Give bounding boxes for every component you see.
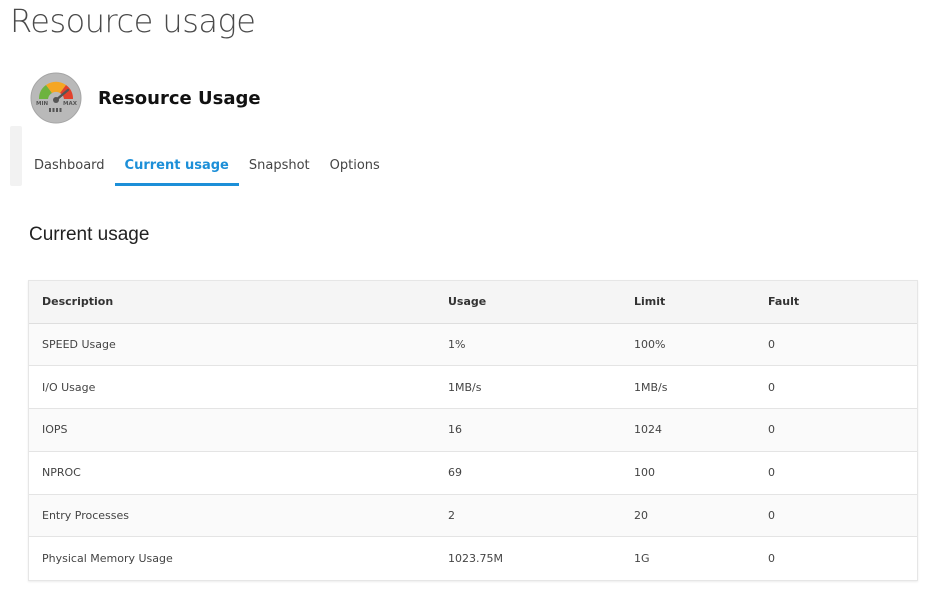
table-row: I/O Usage 1MB/s 1MB/s 0 [29,365,917,410]
cell-description: I/O Usage [29,365,435,410]
cell-limit: 20 [621,494,755,538]
column-header-usage[interactable]: Usage [435,281,621,324]
cell-fault: 0 [755,451,917,495]
cell-usage: 1MB/s [435,365,621,410]
column-header-limit[interactable]: Limit [621,281,755,324]
tab-options[interactable]: Options [320,148,390,186]
cell-description: NPROC [29,451,435,495]
tab-snapshot[interactable]: Snapshot [239,148,320,186]
gauge-max-label: MAX [63,101,78,107]
cell-usage: 1023.75M [448,552,503,566]
page-title: Resource usage [10,2,256,40]
cell-fault: 0 [755,365,917,410]
tab-dashboard[interactable]: Dashboard [24,148,115,186]
sidebar-edge [10,126,22,186]
cell-limit: 1024 [621,408,755,452]
cell-description: SPEED Usage [29,323,435,367]
table-row: Entry Processes 2 20 0 [29,494,917,538]
table-row: SPEED Usage 1% 100% 0 [29,323,917,367]
cell-description: Physical Memory Usage [42,552,173,566]
cell-limit: 1MB/s [621,365,755,410]
column-header-description[interactable]: Description [29,281,435,324]
cell-fault: 0 [755,408,917,452]
app-name: Resource Usage [98,87,261,109]
usage-table: Description Usage Limit Fault SPEED Usag… [29,281,917,580]
cell-limit: 100 [621,451,755,495]
table-header-row: Description Usage Limit Fault [29,281,917,324]
table-row: IOPS 16 1024 0 [29,408,917,452]
tab-current-usage[interactable]: Current usage [114,148,239,186]
cell-usage: 1% [435,323,621,367]
cell-usage: 16 [435,408,621,452]
table-row: NPROC 69 100 0 [29,451,917,495]
app-header: MIN MAX Resource Usage [30,72,261,124]
cell-usage: 2 [435,494,621,538]
cell-description: IOPS [29,408,435,452]
cell-limit: 1G [634,552,650,566]
cell-fault: 0 [768,552,775,566]
gauge-icon: MIN MAX [30,72,82,124]
table-row: Physical Memory Usage 1023.75M 1G 0 [29,536,917,580]
cell-usage: 69 [435,451,621,495]
tab-bar: Dashboard Current usage Snapshot Options [24,148,390,186]
column-header-fault[interactable]: Fault [755,281,917,324]
cell-fault: 0 [755,323,917,367]
cell-fault: 0 [755,494,917,538]
usage-table-card: Description Usage Limit Fault SPEED Usag… [28,280,918,581]
section-title: Current usage [29,224,150,245]
gauge-min-label: MIN [36,101,49,107]
cell-description: Entry Processes [29,494,435,538]
cell-limit: 100% [621,323,755,367]
